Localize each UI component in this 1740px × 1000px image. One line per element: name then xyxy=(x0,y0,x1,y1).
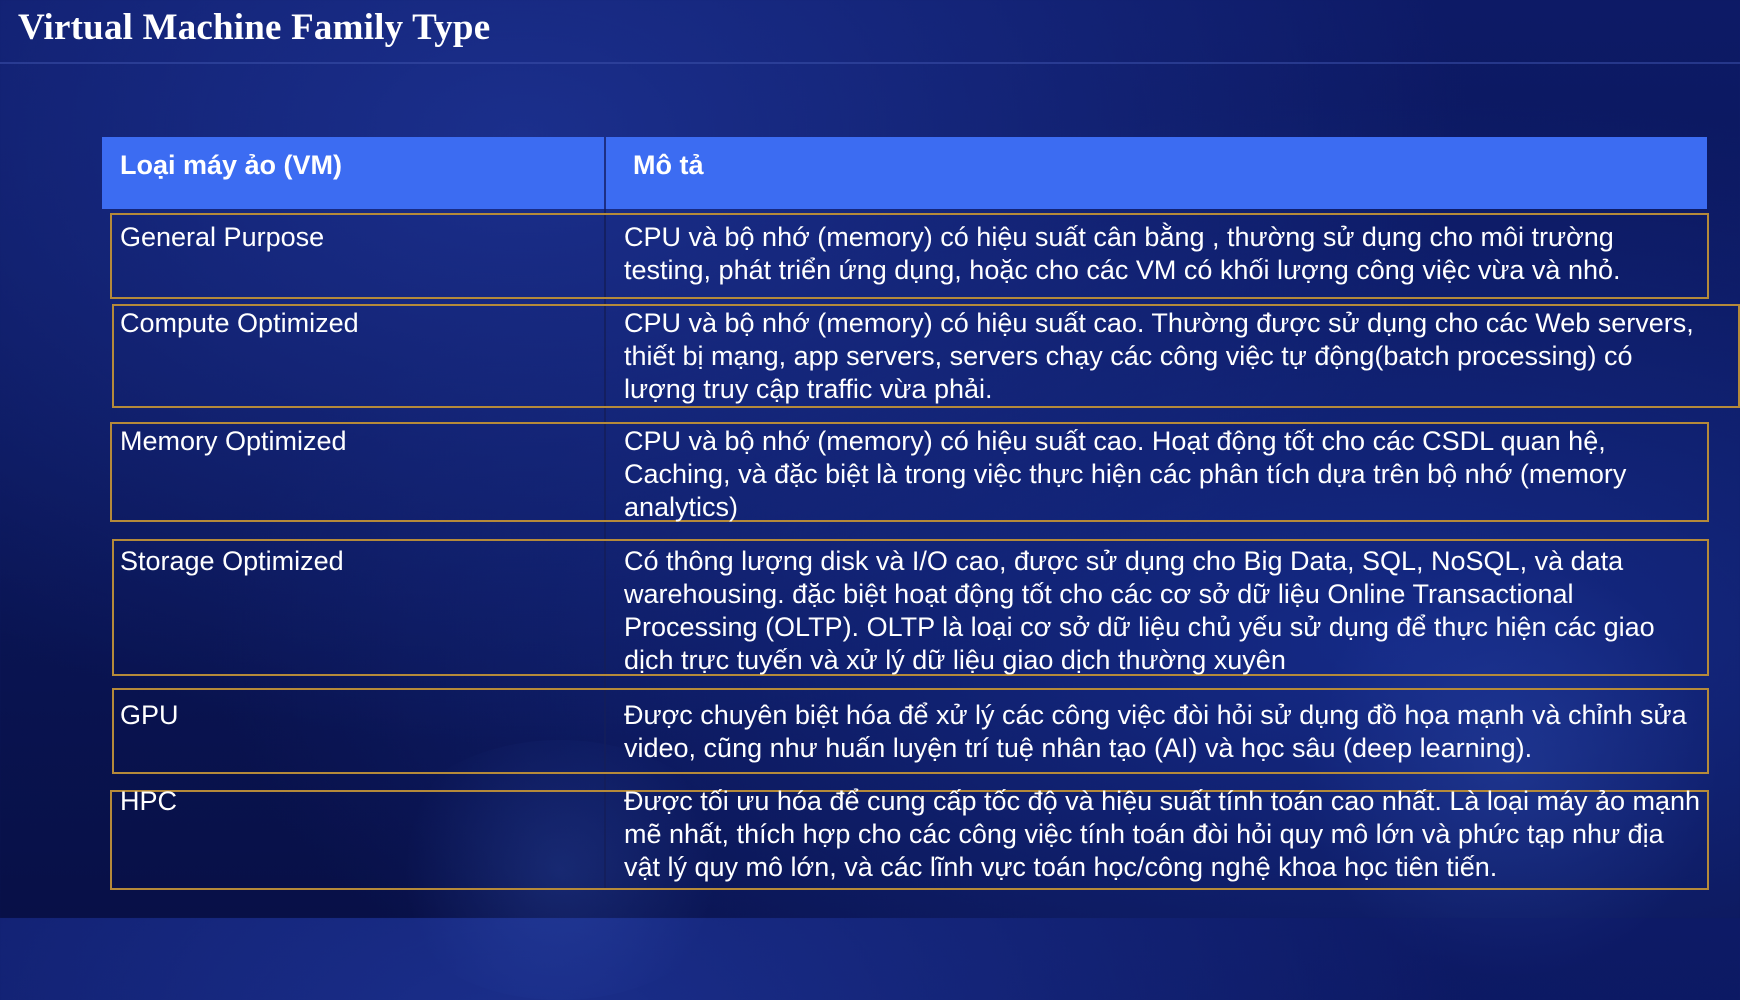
vm-type-description: Được chuyên biệt hóa để xử lý các công v… xyxy=(624,700,1687,763)
vm-type-description: CPU và bộ nhớ (memory) có hiệu suất cao.… xyxy=(624,426,1627,522)
vm-type-name: General Purpose xyxy=(120,222,325,252)
table-header xyxy=(102,137,1707,209)
vm-type-description: Được tối ưu hóa để cung cấp tốc độ và hi… xyxy=(624,786,1701,882)
header-vm-type: Loại máy ảo (VM) xyxy=(120,150,343,180)
header-divider xyxy=(604,137,606,209)
vm-type-description: Có thông lượng disk và I/O cao, được sử … xyxy=(624,546,1655,675)
vm-type-description: CPU và bộ nhớ (memory) có hiệu suất cao.… xyxy=(624,308,1694,404)
vm-type-name: Memory Optimized xyxy=(120,426,347,456)
vm-type-description: CPU và bộ nhớ (memory) có hiệu suất cân … xyxy=(624,222,1621,285)
vm-type-name: HPC xyxy=(120,786,178,816)
vm-type-name: GPU xyxy=(120,700,179,730)
vm-family-table: Loại máy ảo (VM) Mô tả General Purpose C… xyxy=(0,0,1740,918)
vm-type-name: Compute Optimized xyxy=(120,308,359,338)
vm-type-name: Storage Optimized xyxy=(120,546,344,576)
header-description: Mô tả xyxy=(633,150,704,180)
